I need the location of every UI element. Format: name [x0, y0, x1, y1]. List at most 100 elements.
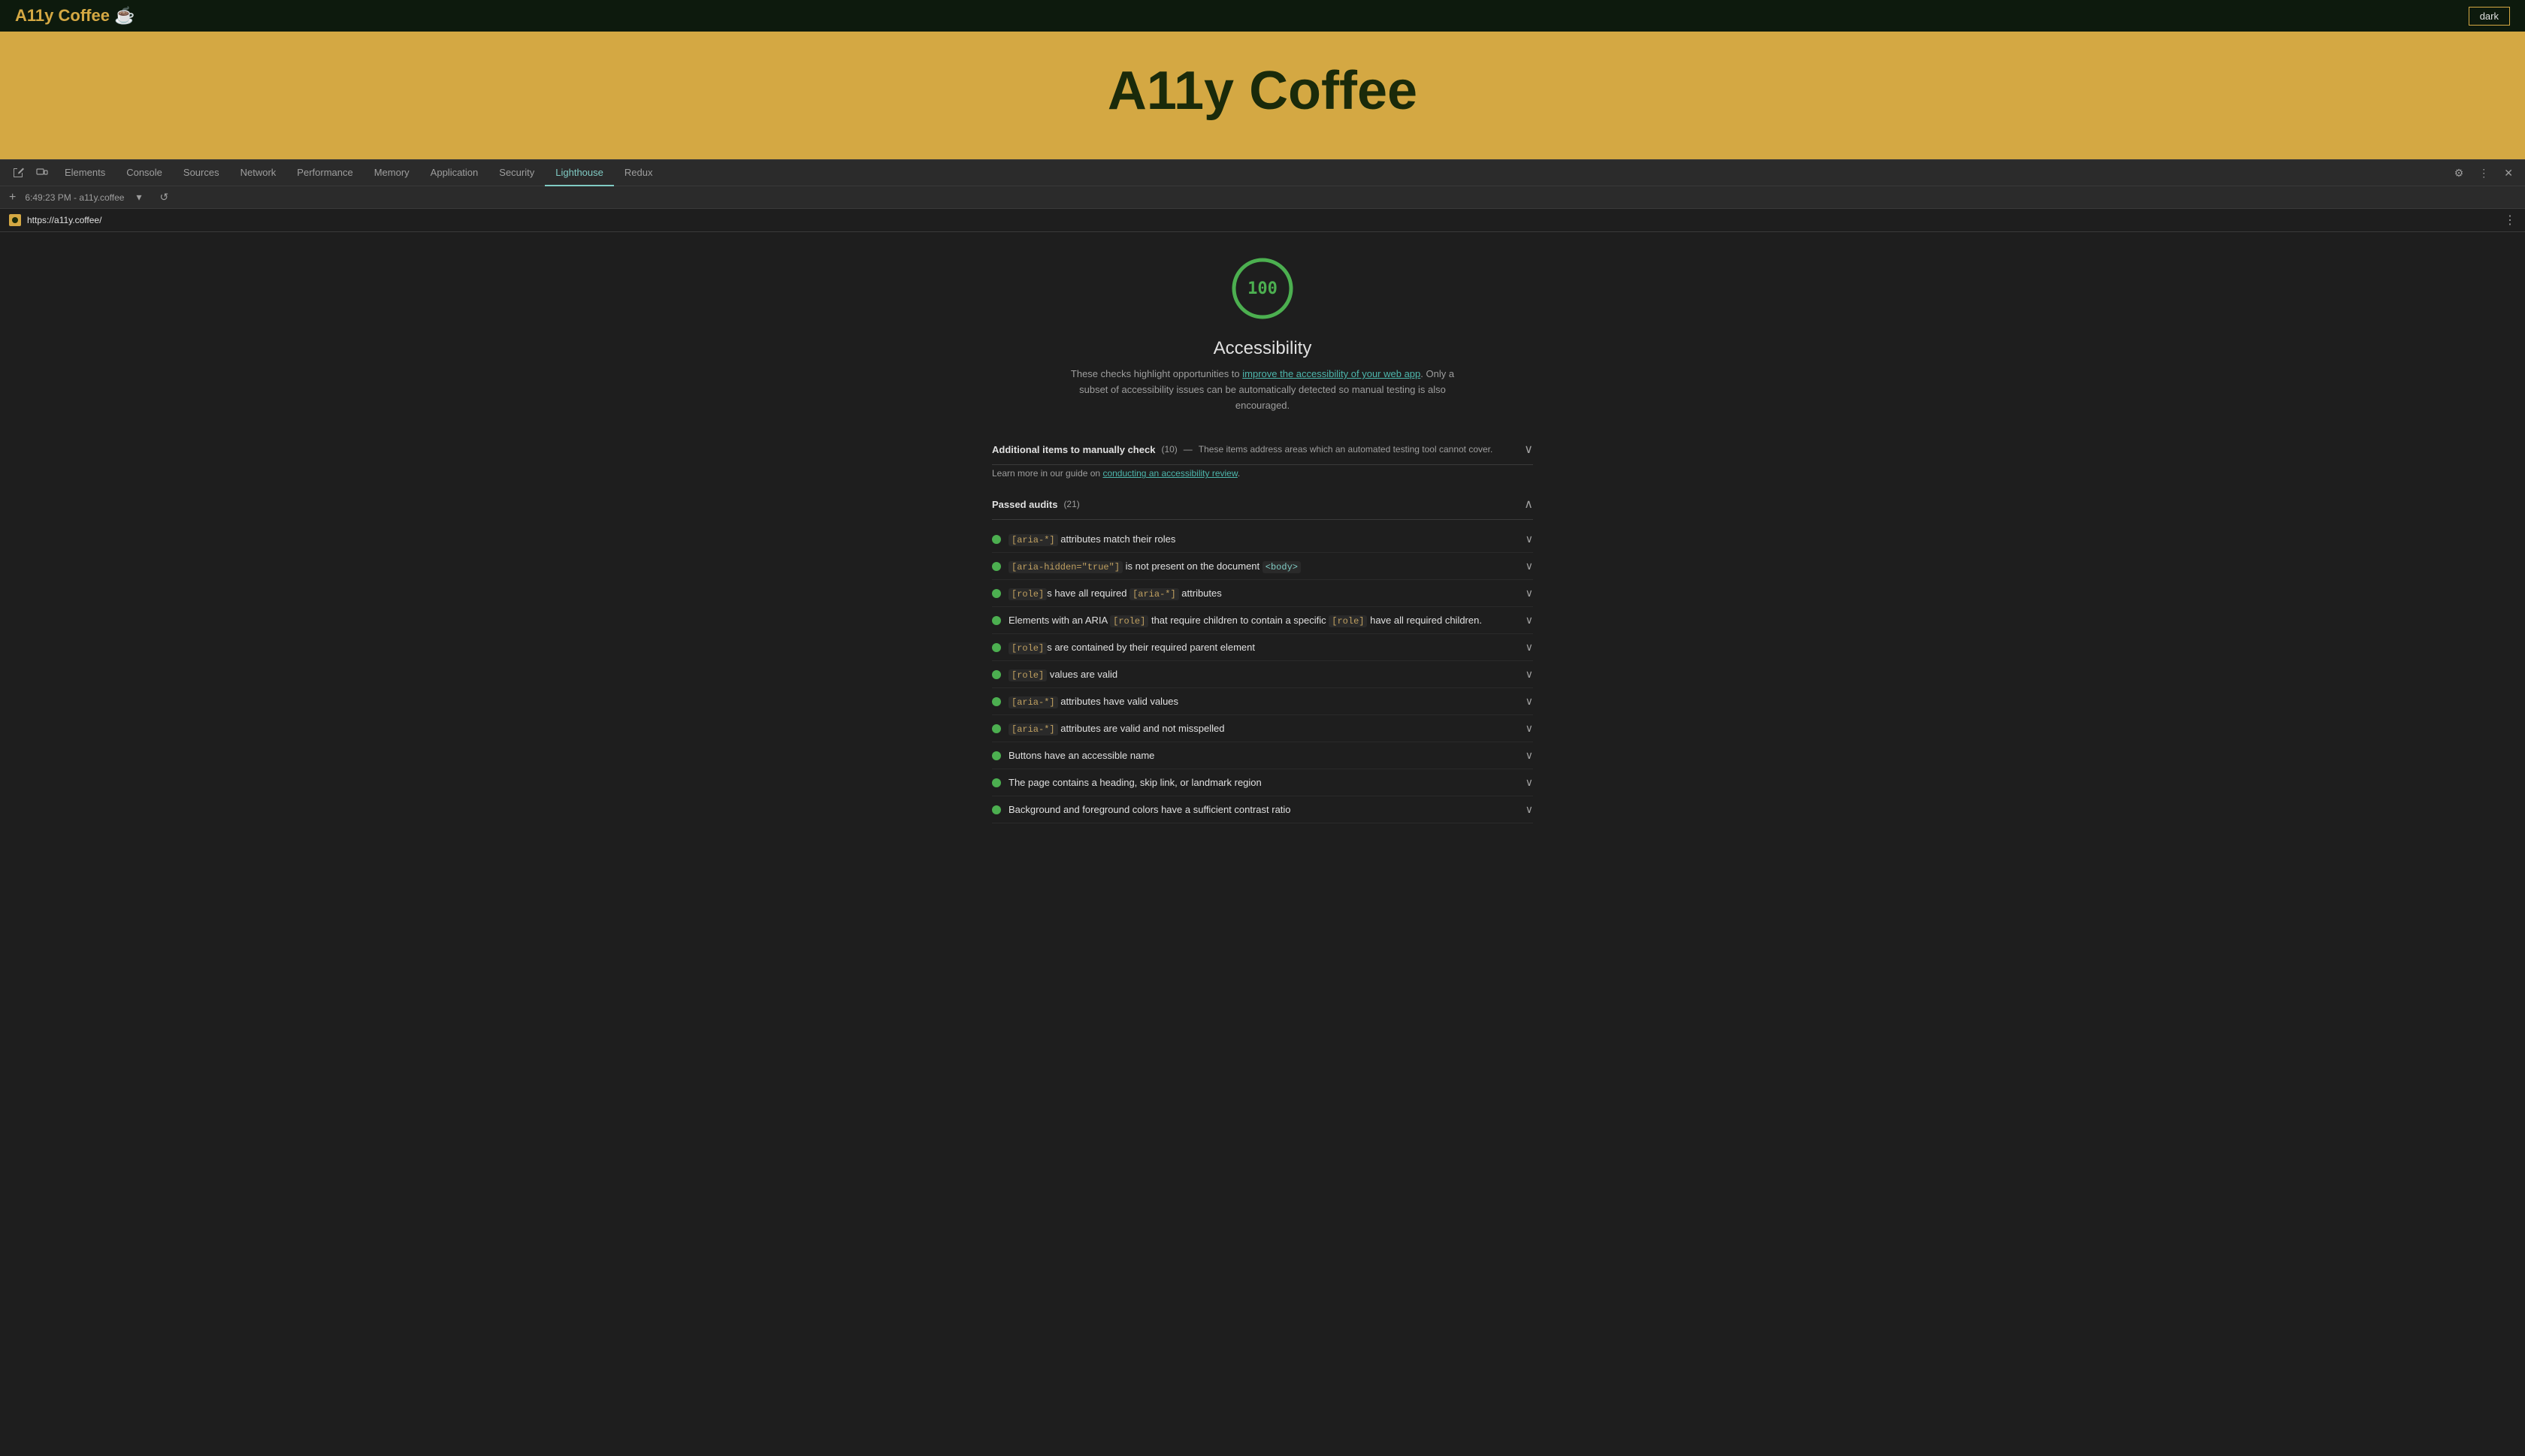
website-main-heading: A11y Coffee: [1108, 60, 1417, 122]
secondary-dropdown-button[interactable]: ▾: [130, 188, 147, 207]
audit-pass-dot: [992, 589, 1001, 598]
lighthouse-main-content: 100 Accessibility These checks highlight…: [0, 232, 2525, 846]
tab-network[interactable]: Network: [230, 159, 287, 186]
tab-security[interactable]: Security: [488, 159, 545, 186]
audit-item-left: Buttons have an accessible name: [992, 750, 1154, 761]
audit-chevron: ∨: [1526, 641, 1533, 654]
manual-check-header[interactable]: Additional items to manually check (10) …: [992, 434, 1533, 465]
audit-item-left: [role] values are valid: [992, 669, 1117, 681]
audit-text: [role]s are contained by their required …: [1008, 642, 1255, 654]
secondary-toolbar: + 6:49:23 PM - a11y.coffee ▾ ↺: [0, 186, 2525, 209]
audit-chevron: ∨: [1526, 803, 1533, 816]
audit-chevron: ∨: [1526, 587, 1533, 600]
audit-text: [role]s have all required [aria-*] attri…: [1008, 588, 1222, 600]
audit-chevron: ∨: [1526, 614, 1533, 627]
more-options-button[interactable]: ⋮: [2472, 164, 2495, 183]
close-devtools-button[interactable]: ✕: [2498, 164, 2519, 183]
url-bar-left: https://a11y.coffee/: [9, 214, 101, 226]
tab-application[interactable]: Application: [420, 159, 489, 186]
website-navbar: A11y Coffee ☕ dark: [0, 0, 2525, 32]
audit-text: Background and foreground colors have a …: [1008, 804, 1291, 815]
audit-item-left: The page contains a heading, skip link, …: [992, 777, 1262, 788]
audit-item[interactable]: The page contains a heading, skip link, …: [992, 769, 1533, 796]
add-panel-button[interactable]: +: [6, 191, 19, 204]
audit-item-left: Background and foreground colors have a …: [992, 804, 1291, 815]
audit-item[interactable]: [role]s are contained by their required …: [992, 634, 1533, 661]
tab-performance[interactable]: Performance: [286, 159, 363, 186]
dark-mode-button[interactable]: dark: [2469, 7, 2510, 26]
timestamp-text: 6:49:23 PM - a11y.coffee: [25, 192, 124, 203]
audit-item[interactable]: [role] values are valid ∨: [992, 661, 1533, 688]
audit-pass-dot: [992, 535, 1001, 544]
device-toolbar-button[interactable]: [30, 164, 54, 182]
audit-pass-dot: [992, 805, 1001, 814]
score-circle-svg: 100: [1229, 255, 1296, 322]
audit-item-left: [aria-hidden="true"] is not present on t…: [992, 560, 1301, 572]
url-bar: https://a11y.coffee/ ⋮: [0, 209, 2525, 232]
score-circle-container: 100: [1229, 255, 1296, 326]
devtools-tabs-bar: Elements Console Sources Network Perform…: [0, 159, 2525, 186]
audit-item-left: [role]s have all required [aria-*] attri…: [992, 588, 1222, 600]
tab-console[interactable]: Console: [116, 159, 173, 186]
section-title: Accessibility: [1214, 338, 1312, 359]
url-menu-button[interactable]: ⋮: [2504, 213, 2516, 228]
audit-text: The page contains a heading, skip link, …: [1008, 777, 1262, 788]
audit-item[interactable]: [aria-*] attributes are valid and not mi…: [992, 715, 1533, 742]
manual-check-header-left: Additional items to manually check (10) …: [992, 444, 1492, 455]
settings-button[interactable]: ⚙: [2448, 164, 2470, 183]
audit-text: [aria-hidden="true"] is not present on t…: [1008, 560, 1301, 572]
url-text: https://a11y.coffee/: [27, 215, 101, 225]
audit-chevron: ∨: [1526, 533, 1533, 545]
audit-text: [aria-*] attributes are valid and not mi…: [1008, 723, 1224, 735]
audit-text: Buttons have an accessible name: [1008, 750, 1154, 761]
inspect-element-button[interactable]: [6, 164, 30, 182]
devtools-panel: Elements Console Sources Network Perform…: [0, 159, 2525, 846]
audit-pass-dot: [992, 616, 1001, 625]
manual-check-count: (10): [1161, 444, 1177, 455]
passed-audits-toggle: ∧: [1524, 497, 1533, 512]
conducting-review-link[interactable]: conducting an accessibility review: [1102, 468, 1237, 479]
audit-item-left: Elements with an ARIA [role] that requir…: [992, 615, 1482, 627]
audit-text: Elements with an ARIA [role] that requir…: [1008, 615, 1482, 627]
audit-item-left: [aria-*] attributes have valid values: [992, 696, 1178, 708]
audit-pass-dot: [992, 724, 1001, 733]
audit-item[interactable]: [aria-*] attributes have valid values ∨: [992, 688, 1533, 715]
manual-check-dash: —: [1184, 444, 1193, 455]
audit-pass-dot: [992, 670, 1001, 679]
audit-pass-dot: [992, 751, 1001, 760]
website-nav-title: A11y Coffee ☕: [15, 6, 135, 26]
audit-item[interactable]: Background and foreground colors have a …: [992, 796, 1533, 823]
audit-pass-dot: [992, 778, 1001, 787]
toolbar-right-icons: ⚙ ⋮ ✕: [2448, 164, 2519, 183]
improve-accessibility-link[interactable]: improve the accessibility of your web ap…: [1242, 368, 1420, 379]
passed-audits-header-left: Passed audits (21): [992, 499, 1080, 510]
tab-redux[interactable]: Redux: [614, 159, 664, 186]
audit-chevron: ∨: [1526, 776, 1533, 789]
svg-text:100: 100: [1247, 279, 1278, 298]
audit-text: [aria-*] attributes have valid values: [1008, 696, 1178, 708]
audit-chevron: ∨: [1526, 668, 1533, 681]
tab-sources[interactable]: Sources: [173, 159, 230, 186]
audit-chevron: ∨: [1526, 749, 1533, 762]
audit-item[interactable]: [aria-*] attributes match their roles ∨: [992, 526, 1533, 553]
audit-item[interactable]: Buttons have an accessible name ∨: [992, 742, 1533, 769]
audit-chevron: ∨: [1526, 722, 1533, 735]
tab-memory[interactable]: Memory: [364, 159, 420, 186]
audit-item[interactable]: [aria-hidden="true"] is not present on t…: [992, 553, 1533, 580]
passed-audits-section: Passed audits (21) ∧: [992, 489, 1533, 520]
favicon: [9, 214, 21, 226]
website-preview: A11y Coffee ☕ dark A11y Coffee: [0, 0, 2525, 159]
tab-elements[interactable]: Elements: [54, 159, 116, 186]
manual-check-title: Additional items to manually check: [992, 444, 1155, 455]
audit-pass-dot: [992, 643, 1001, 652]
audit-text: [aria-*] attributes match their roles: [1008, 533, 1175, 545]
tab-lighthouse[interactable]: Lighthouse: [545, 159, 614, 186]
audit-list: [aria-*] attributes match their roles ∨ …: [992, 526, 1533, 823]
reload-button[interactable]: ↺: [153, 188, 174, 207]
passed-audits-header[interactable]: Passed audits (21) ∧: [992, 489, 1533, 520]
audit-item-left: [role]s are contained by their required …: [992, 642, 1255, 654]
audit-item[interactable]: Elements with an ARIA [role] that requir…: [992, 607, 1533, 634]
audit-item[interactable]: [role]s have all required [aria-*] attri…: [992, 580, 1533, 607]
manual-check-subtext: Learn more in our guide on conducting an…: [992, 465, 1533, 483]
audit-item-left: [aria-*] attributes are valid and not mi…: [992, 723, 1224, 735]
